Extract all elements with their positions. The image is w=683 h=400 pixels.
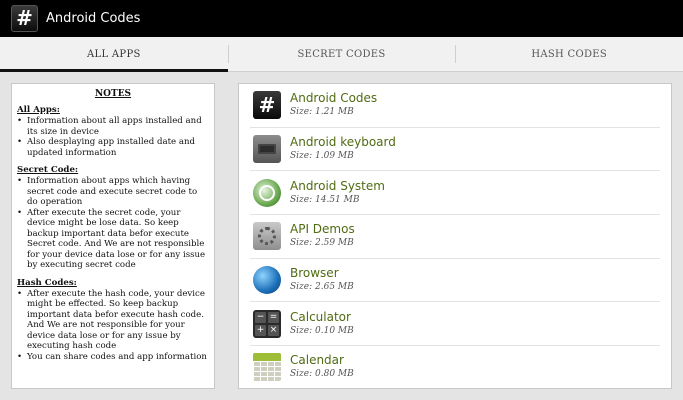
notes-section-heading: All Apps:: [17, 105, 60, 115]
notes-panel: NOTES All Apps: Information about all ap…: [11, 83, 215, 389]
notes-item: After execute the hash code, your device…: [17, 289, 209, 352]
notes-item: Also desplaying app installed date and u…: [17, 137, 209, 158]
app-name: API Demos: [290, 222, 355, 237]
list-item[interactable]: # Android Codes Size: 1.21 MB: [250, 84, 660, 128]
notes-list: After execute the hash code, your device…: [17, 289, 209, 352]
app-title: Android Codes: [46, 11, 141, 26]
app-size: Size: 1.09 MB: [290, 151, 354, 162]
app-list[interactable]: # Android Codes Size: 1.21 MB Android ke…: [238, 83, 672, 389]
app-size: Size: 0.10 MB: [290, 325, 354, 336]
hash-icon: #: [253, 91, 281, 120]
tab-bar: ALL APPS SECRET CODES HASH CODES: [0, 37, 683, 72]
app-name: Android Codes: [290, 91, 378, 106]
app-size: Size: 0.80 MB: [290, 369, 354, 380]
list-item[interactable]: API Demos Size: 2.59 MB: [250, 215, 660, 259]
calendar-icon: [253, 353, 281, 382]
app-name: Calendar: [290, 353, 344, 368]
app-size: Size: 14.51 MB: [290, 194, 360, 205]
notes-title: NOTES: [94, 89, 132, 99]
notes-item: After execute the secret code, your devi…: [17, 208, 209, 271]
notes-section-heading: Secret Code:: [17, 165, 79, 175]
notes-list: Information about all apps installed and…: [17, 116, 209, 158]
tab-hash-codes[interactable]: HASH CODES: [455, 37, 683, 71]
app-name: Android System: [290, 178, 385, 193]
tab-secret-codes[interactable]: SECRET CODES: [227, 37, 456, 71]
list-item[interactable]: Android System Size: 14.51 MB: [250, 171, 660, 216]
list-item[interactable]: Browser Size: 2.65 MB: [250, 259, 660, 303]
app-size: Size: 2.59 MB: [290, 238, 354, 249]
list-item[interactable]: Calendar Size: 0.80 MB: [250, 346, 660, 388]
calculator-icon: − = + ×: [253, 309, 281, 338]
hash-app-icon[interactable]: #: [11, 5, 38, 32]
title-bar: # Android Codes: [0, 0, 683, 37]
notes-item: Information about apps which having secr…: [17, 176, 209, 208]
app-name: Android keyboard: [290, 135, 396, 150]
notes-footer: You can share codes and app information: [17, 352, 209, 363]
folder-gear-icon: [253, 222, 281, 251]
app-size: Size: 1.21 MB: [290, 107, 354, 118]
list-item[interactable]: Android keyboard Size: 1.09 MB: [250, 128, 660, 172]
keyboard-icon: [253, 135, 281, 164]
tab-all-apps[interactable]: ALL APPS: [0, 37, 228, 72]
android-system-icon: [253, 178, 281, 207]
notes-list: You can share codes and app information: [17, 352, 209, 363]
notes-section-heading: Hash Codes:: [17, 277, 77, 288]
notes-item: Information about all apps installed and…: [17, 116, 209, 137]
app-size: Size: 2.65 MB: [290, 282, 354, 293]
app-name: Browser: [290, 266, 339, 281]
notes-list: Information about apps which having secr…: [17, 176, 209, 271]
list-item[interactable]: − = + × Calculator Size: 0.10 MB: [250, 302, 660, 347]
app-name: Calculator: [290, 309, 351, 324]
globe-icon: [253, 266, 281, 295]
